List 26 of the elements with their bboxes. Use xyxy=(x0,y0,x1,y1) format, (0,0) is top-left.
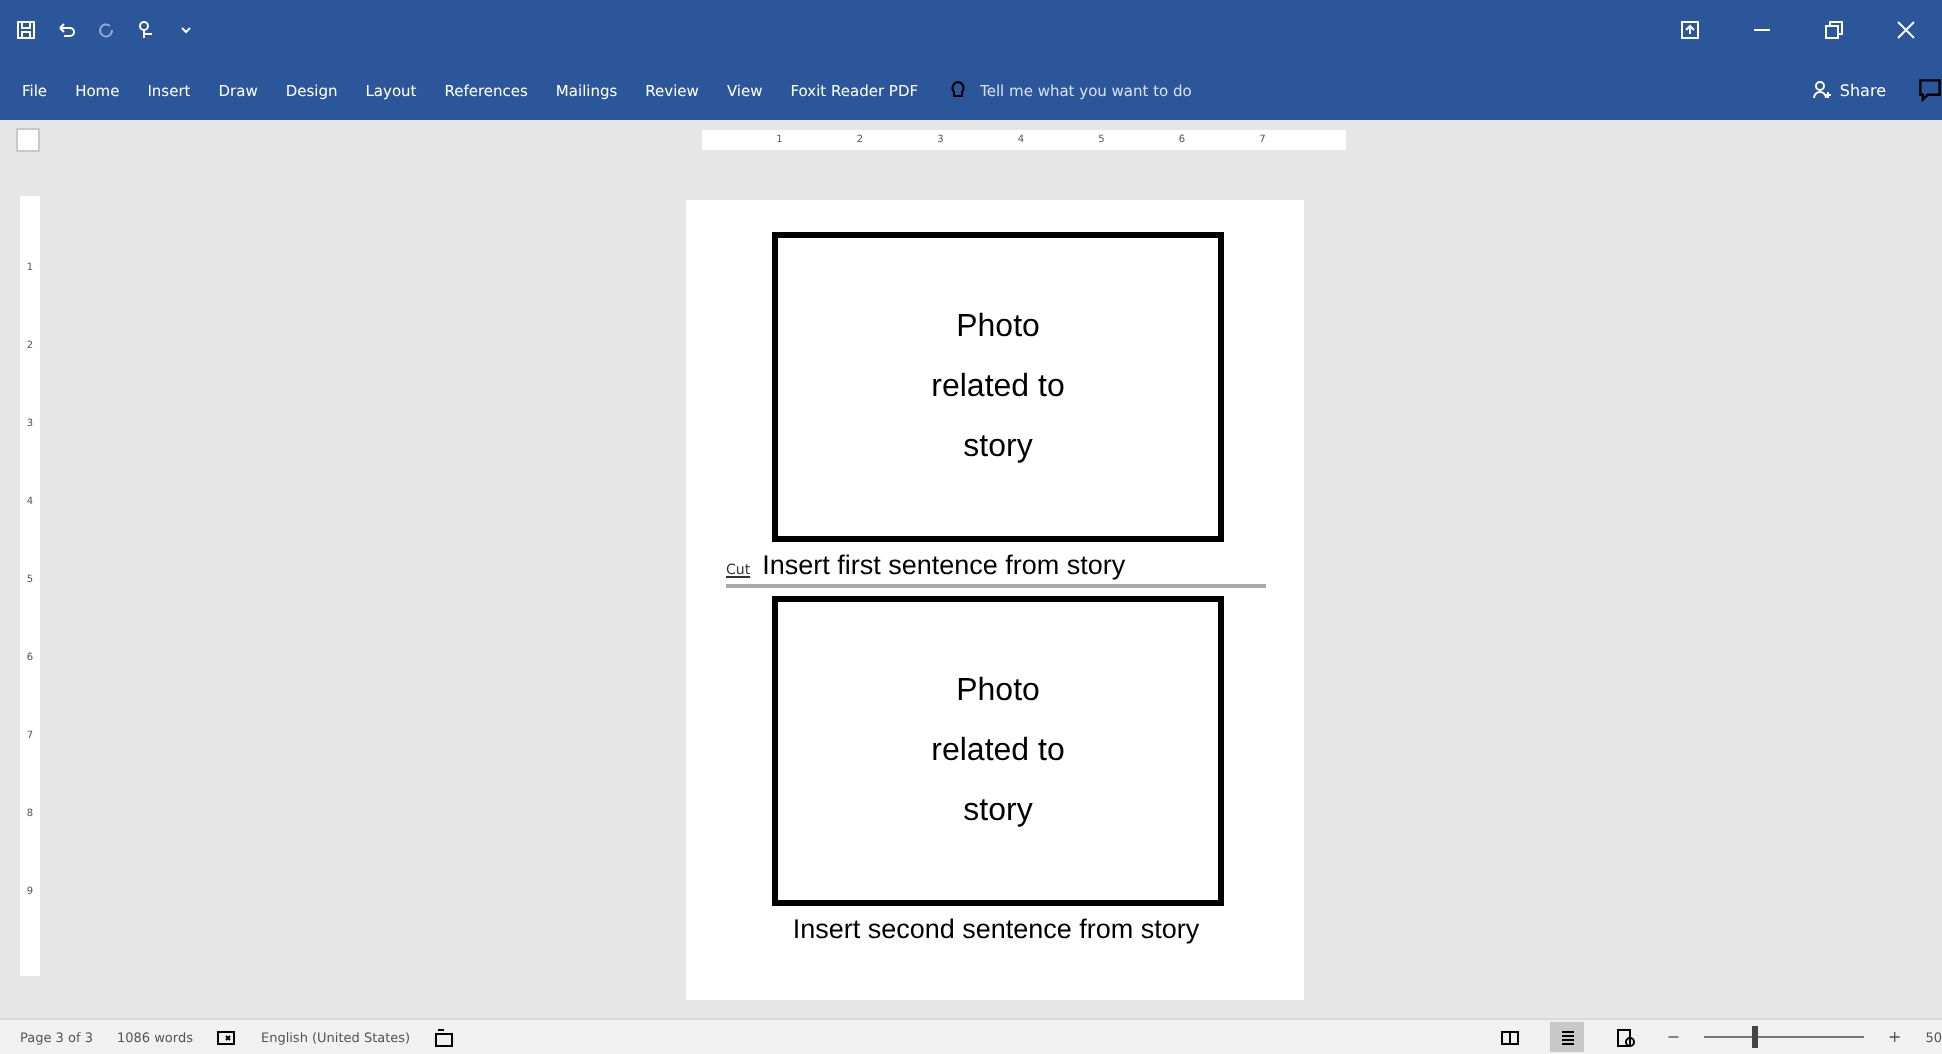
read-mode-icon[interactable] xyxy=(1499,1027,1520,1047)
person-icon[interactable] xyxy=(1811,80,1832,100)
share-button[interactable]: Share xyxy=(1799,78,1898,102)
zoom-thumb[interactable] xyxy=(1752,1026,1759,1048)
print-layout-icon[interactable] xyxy=(1557,1027,1578,1047)
placeholder-text: related to xyxy=(931,733,1065,769)
proofing-icon[interactable] xyxy=(216,1027,237,1047)
view-button[interactable] xyxy=(1550,1022,1585,1052)
caption-text: Insert second sentence from story xyxy=(792,914,1200,944)
placeholder-text: story xyxy=(963,429,1033,465)
caption-text: Insert first sentence from story xyxy=(762,550,1126,580)
close-icon[interactable] xyxy=(1896,20,1916,40)
placeholder-text: related to xyxy=(931,369,1065,405)
ribbon-display-icon[interactable] xyxy=(1680,20,1700,40)
placeholder-text: Photo xyxy=(956,673,1040,709)
redo-icon[interactable] xyxy=(96,20,116,40)
comment-icon[interactable] xyxy=(1918,78,1942,102)
lightbulb-icon[interactable] xyxy=(948,80,969,100)
zoom-in-button[interactable]: + xyxy=(1888,1028,1902,1046)
placeholder-text: story xyxy=(963,793,1033,829)
zoom-out-button[interactable]: − xyxy=(1666,1028,1681,1046)
placeholder-text: Photo xyxy=(956,309,1040,345)
restore-icon[interactable] xyxy=(1824,20,1844,40)
save-icon[interactable] xyxy=(16,20,36,40)
undo-icon[interactable] xyxy=(56,20,76,40)
web-layout-icon[interactable] xyxy=(1615,1027,1636,1047)
